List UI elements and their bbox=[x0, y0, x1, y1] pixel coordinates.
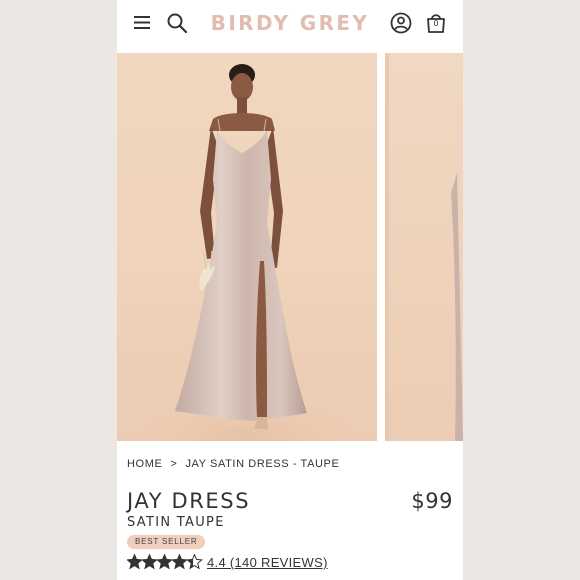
shopping-bag-icon[interactable]: 0 bbox=[424, 11, 448, 35]
main-product-photo[interactable] bbox=[117, 53, 377, 441]
star-fill bbox=[157, 554, 172, 569]
product-title: JAY DRESS bbox=[127, 489, 251, 513]
reviews-link[interactable]: 4.4 (140 REVIEWS) bbox=[207, 555, 328, 570]
star-fill bbox=[127, 554, 142, 569]
product-gallery[interactable] bbox=[117, 53, 463, 441]
best-seller-badge: BEST SELLER bbox=[127, 535, 206, 549]
next-product-photo[interactable] bbox=[385, 53, 463, 441]
bag-count: 0 bbox=[433, 19, 439, 28]
star-fill bbox=[142, 554, 157, 569]
account-icon[interactable] bbox=[389, 11, 413, 35]
product-page: BIRDY GREY 0 HOME > JAY SATIN DRESS - TA… bbox=[117, 0, 463, 580]
breadcrumb: HOME > JAY SATIN DRESS - TAUPE bbox=[127, 458, 339, 470]
star-fill bbox=[172, 554, 187, 569]
star-rating bbox=[127, 554, 203, 570]
site-header: BIRDY GREY 0 bbox=[117, 0, 463, 47]
breadcrumb-home-link[interactable]: HOME bbox=[127, 458, 162, 470]
breadcrumb-separator: > bbox=[170, 458, 178, 471]
product-color-name: SATIN TAUPE bbox=[127, 515, 225, 530]
breadcrumb-current[interactable]: JAY SATIN DRESS - TAUPE bbox=[185, 458, 339, 470]
product-price: $99 bbox=[411, 489, 453, 513]
